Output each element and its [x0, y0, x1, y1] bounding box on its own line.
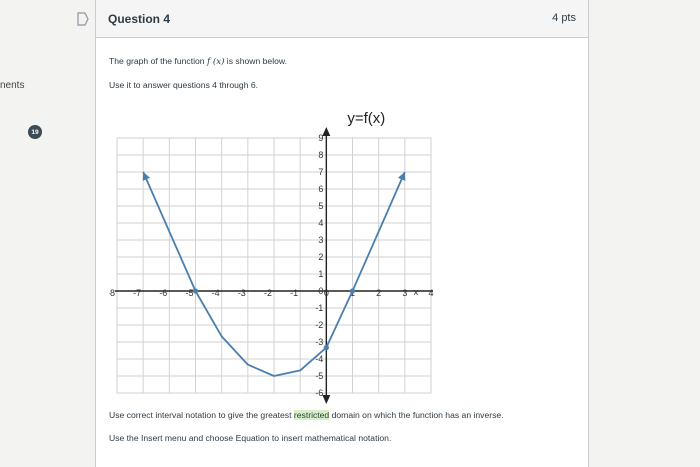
y-tick-label: 0	[318, 286, 323, 296]
y-tick-label: 1	[318, 269, 323, 279]
x-tick-label: -4	[212, 288, 220, 298]
x-tick-label: 0	[324, 288, 329, 298]
x-tick-label: -7	[133, 288, 141, 298]
question-prompt: Use correct interval notation to give th…	[109, 410, 504, 420]
sidebar-partial-label[interactable]: nents	[0, 80, 24, 91]
y-tick-label: 2	[318, 252, 323, 262]
x-tick-label: -5	[185, 288, 193, 298]
prompt-before: Use correct interval notation to give th…	[109, 410, 294, 420]
key-point	[192, 288, 199, 294]
x-tick-label: -8	[109, 288, 115, 298]
question-intro: The graph of the function f (x) is shown…	[109, 56, 287, 67]
y-tick-label: 4	[318, 218, 323, 228]
x-tick-label: 3	[402, 288, 407, 298]
intro-suffix: is shown below.	[224, 56, 287, 66]
y-tick-label: 8	[318, 150, 323, 160]
key-point	[323, 345, 329, 351]
chart-title: y=f(x)	[347, 110, 385, 127]
x-tick-label: -2	[264, 288, 272, 298]
prompt-highlight: restricted	[293, 410, 330, 420]
y-axis-arrow-down	[322, 395, 331, 404]
x-tick-label: 4	[428, 288, 433, 298]
question-card: Question 4 4 pts The graph of the functi…	[77, 0, 589, 467]
y-tick-label: 7	[318, 167, 323, 177]
y-tick-label: -2	[315, 320, 323, 330]
question-instruction: Use it to answer questions 4 through 6.	[109, 80, 259, 90]
y-tick-label: 3	[318, 235, 323, 245]
intro-math: f (x)	[206, 57, 225, 67]
x-axis-label: x	[414, 287, 419, 297]
key-point	[349, 288, 356, 294]
chart-svg: y=f(x)-8-7-6-5-4-3-2-101234-6-5-4-3-2-10…	[107, 110, 434, 404]
question-header: Question 4 4 pts	[77, 0, 588, 38]
y-tick-label: 6	[318, 184, 323, 194]
y-tick-label: -6	[315, 388, 323, 398]
y-axis-arrow-up	[322, 127, 331, 136]
y-tick-label: -5	[315, 371, 323, 381]
x-tick-label: 2	[376, 288, 381, 298]
notification-badge: 19	[28, 125, 42, 139]
y-tick-label: 5	[318, 201, 323, 211]
x-tick-label: -6	[159, 288, 167, 298]
x-tick-label: -1	[290, 288, 298, 298]
x-tick-label: -3	[238, 288, 246, 298]
question-hint: Use the Insert menu and choose Equation …	[109, 433, 392, 443]
y-tick-label: 9	[318, 133, 323, 143]
function-graph: y=f(x)-8-7-6-5-4-3-2-101234-6-5-4-3-2-10…	[107, 103, 449, 408]
question-title: Question 4	[108, 12, 171, 26]
question-points: 4 pts	[552, 12, 576, 24]
y-tick-label: -3	[315, 337, 323, 347]
prompt-after: domain on which the function has an inve…	[329, 410, 504, 420]
bookmark-flag-icon[interactable]	[76, 12, 90, 26]
intro-prefix: The graph of the function	[109, 56, 207, 66]
y-tick-label: -1	[315, 303, 323, 313]
